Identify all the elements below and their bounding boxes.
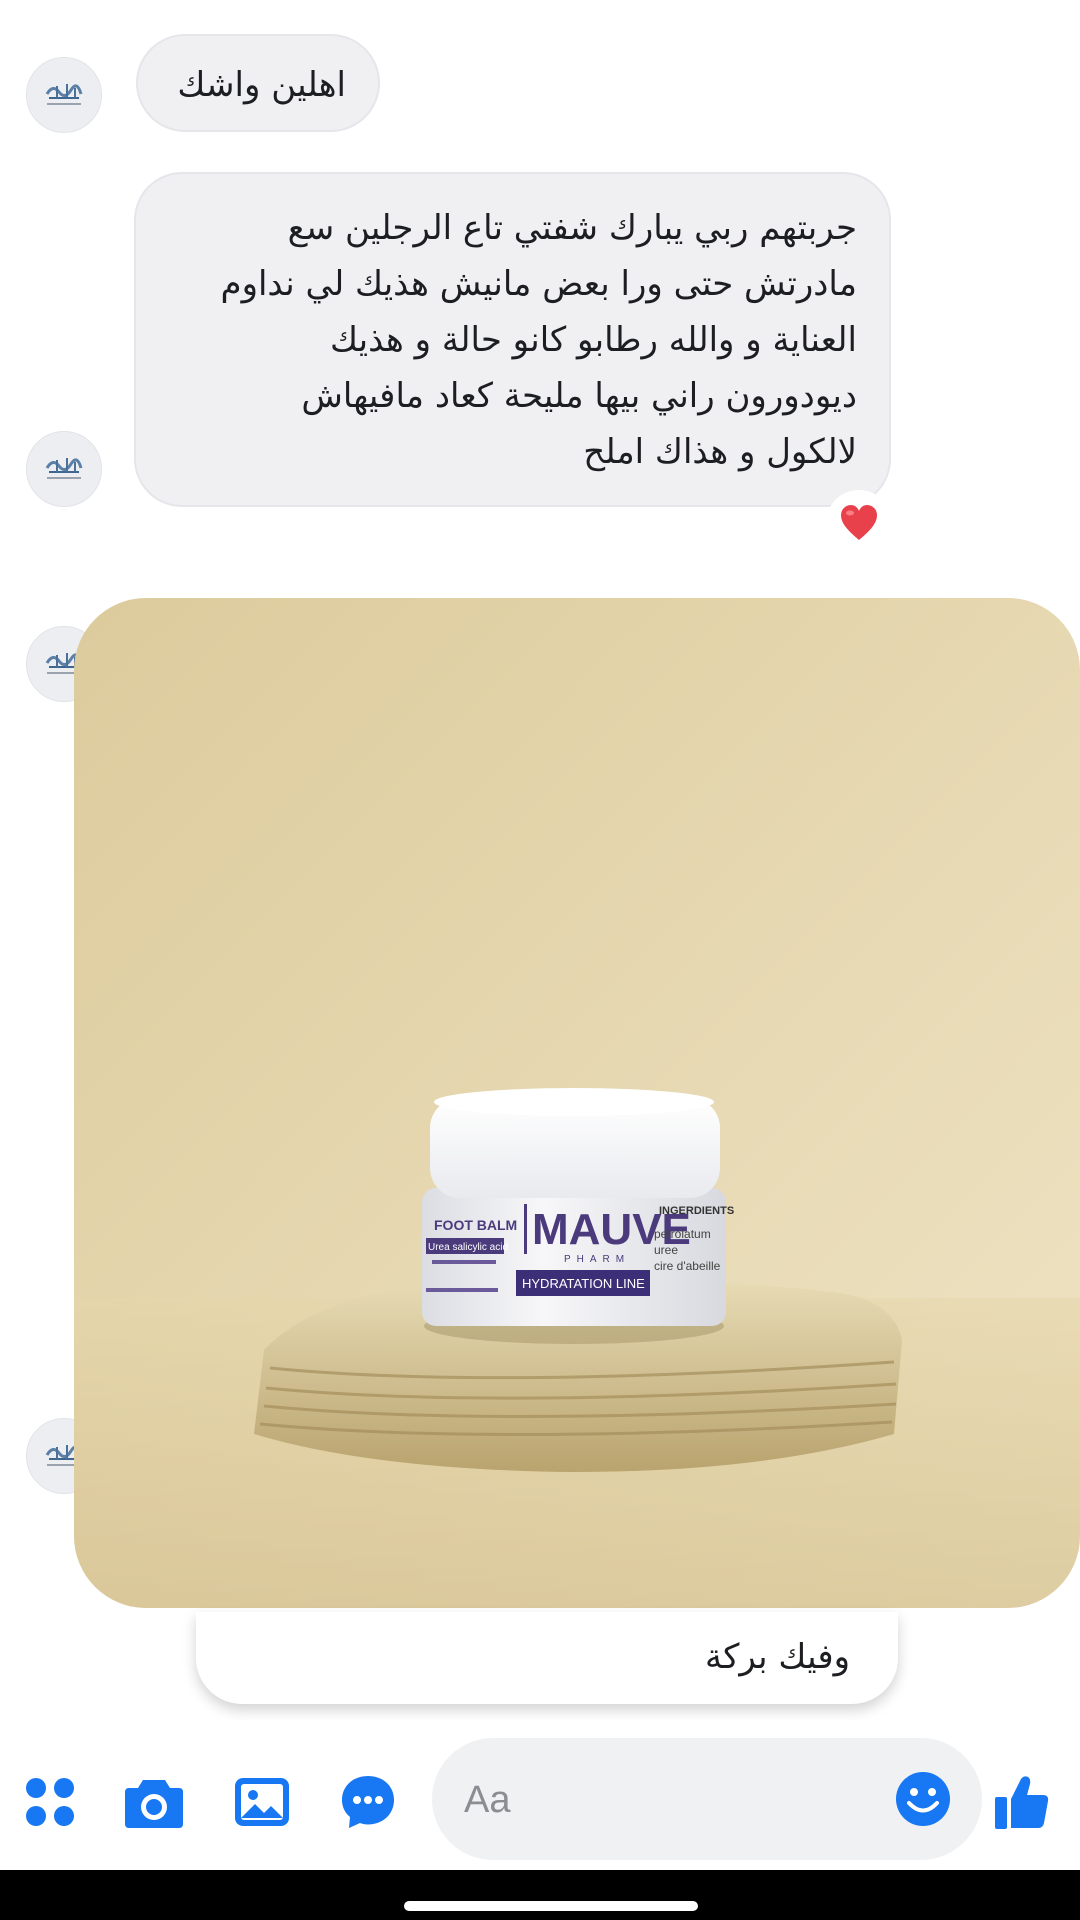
message-line: العناية و والله رطابو كانو حالة و هذيك (329, 320, 857, 360)
apps-icon (26, 1778, 74, 1826)
message-input-container (432, 1738, 982, 1860)
brand-sub-text: PHARM (564, 1254, 630, 1265)
calligraphy-avatar-icon (27, 58, 101, 132)
product-line-text: HYDRATATION LINE (522, 1276, 645, 1291)
ingredients-title-text: INGERDIENTS (659, 1205, 734, 1217)
chat-bubble-icon (342, 1776, 394, 1828)
heart-icon (841, 505, 877, 540)
thumbs-up-icon (995, 1776, 1049, 1829)
ingredient-text: petrolatum (654, 1227, 711, 1241)
ingredient-text: cire d'abeille (654, 1259, 721, 1273)
heart-reaction[interactable] (826, 490, 892, 556)
home-indicator[interactable] (404, 1901, 698, 1911)
message-bubble[interactable]: جربتهم ربي يبارك شفتي تاع الرجلين سع ماد… (134, 172, 891, 507)
ingredient-text: uree (654, 1243, 678, 1257)
apps-button[interactable] (18, 1770, 82, 1834)
product-photo: FOOT BALM Urea salicylic acid MAUVE PHAR… (74, 598, 1080, 1608)
message-bubble[interactable]: اهلين واشك (136, 34, 380, 132)
gallery-button[interactable] (230, 1770, 294, 1834)
message-line: مادرتش حتى ورا بعض مانيش هذيك لي نداوم (220, 264, 857, 304)
like-button[interactable] (988, 1770, 1056, 1834)
system-navigation-bar (0, 1870, 1080, 1920)
camera-icon (125, 1780, 183, 1828)
reply-preview[interactable]: وفيك بركة (196, 1612, 898, 1704)
message-line: لالكول و هذاك املح (583, 432, 857, 472)
product-tag-text: Urea salicylic acid (428, 1242, 508, 1253)
emoji-icon[interactable] (894, 1770, 952, 1828)
contact-avatar[interactable] (26, 431, 102, 507)
sticker-button[interactable] (336, 1770, 400, 1834)
camera-button[interactable] (122, 1770, 186, 1834)
contact-avatar[interactable] (26, 57, 102, 133)
messenger-screen: اهلين واشك جربتهم ربي يبارك شفتي تاع الر… (0, 0, 1080, 1920)
gallery-icon (235, 1778, 289, 1826)
product-name-text: FOOT BALM (434, 1217, 517, 1233)
message-line: جربتهم ربي يبارك شفتي تاع الرجلين سع (287, 208, 857, 248)
calligraphy-avatar-icon (27, 432, 101, 506)
photo-message[interactable]: FOOT BALM Urea salicylic acid MAUVE PHAR… (74, 598, 1080, 1608)
message-line: ديودورون راني بيها مليحة كعاد مافيهاش (301, 376, 857, 416)
message-input[interactable] (462, 1768, 886, 1832)
